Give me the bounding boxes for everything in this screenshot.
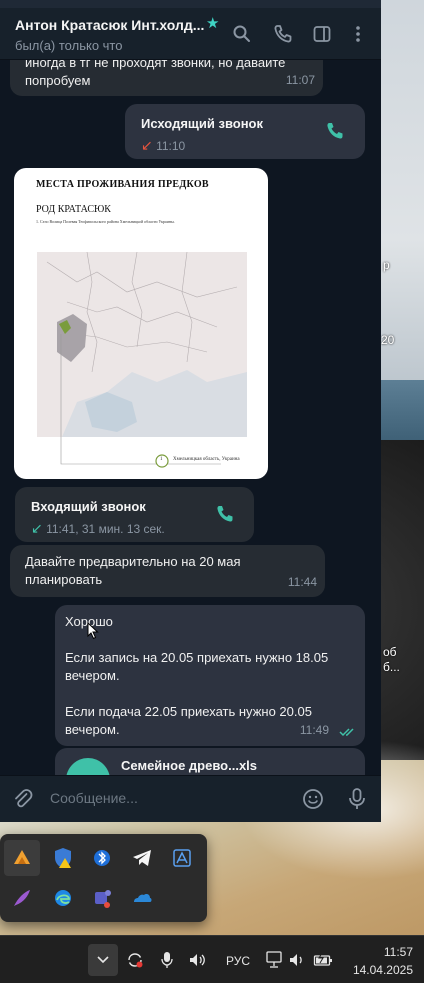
show-hidden-icons-button[interactable] (88, 944, 118, 976)
defender-warning-icon[interactable] (45, 840, 81, 876)
volume-icon[interactable] (188, 951, 208, 969)
sidebar-icon[interactable] (312, 24, 332, 44)
attach-icon[interactable] (12, 788, 34, 810)
chat-header[interactable]: Антон Кратасюк Инт.холд... ★ был(а) толь… (0, 8, 381, 60)
desktop-text-3: об (383, 645, 397, 659)
call-back-phone-icon[interactable] (215, 504, 235, 524)
legend-number: 1 (160, 457, 163, 462)
chat-status: был(а) только что (15, 38, 123, 53)
incoming-call-arrow-icon: ↙ (31, 520, 43, 536)
map-leader-line (60, 334, 221, 465)
message-outgoing[interactable]: Хорошо Если запись на 20.05 приехать нуж… (55, 605, 365, 746)
call-time: 11:10 (156, 139, 186, 153)
telegram-window: Антон Кратасюк Инт.холд... ★ был(а) толь… (0, 0, 381, 822)
message-incoming[interactable]: иногда в тг не проходят звонки, но давай… (10, 60, 323, 96)
edge-icon[interactable] (45, 880, 81, 916)
chevron-down-icon (97, 956, 109, 964)
input-language-indicator[interactable]: РУС (226, 954, 250, 968)
call-title: Исходящий звонок (141, 116, 264, 131)
window-top-strip (0, 0, 381, 8)
document-line: 1. Село Волица Полевая Теофипольского ра… (36, 219, 175, 224)
desktop-text-4: б... (383, 660, 400, 674)
file-message[interactable]: Семейное древо...xls (55, 748, 365, 775)
document-title: МЕСТА ПРОЖИВАНИЯ ПРЕДКОВ (36, 179, 209, 190)
legend-marker-icon (155, 454, 169, 468)
taskbar: РУС 11:57 14.04.2025 (0, 935, 424, 983)
emoji-icon[interactable] (302, 788, 324, 810)
message-composer[interactable]: Сообщение... (0, 775, 381, 822)
image-viewer-icon[interactable] (164, 840, 200, 876)
read-checkmarks-icon (339, 728, 354, 737)
more-vertical-icon[interactable] (348, 24, 368, 44)
call-message-outgoing[interactable]: Исходящий звонок ↙ 11:10 (125, 104, 365, 159)
message-incoming[interactable]: Давайте предварительно на 20 мая планиро… (10, 545, 325, 597)
document-subtitle: РОД КРАТАСЮК (36, 204, 111, 215)
telegram-icon[interactable] (124, 840, 160, 876)
message-text: иногда в тг не проходят звонки, но давай… (25, 60, 286, 88)
call-message-incoming[interactable]: Входящий звонок ↙ 11:41, 31 мин. 13 сек. (15, 487, 254, 542)
search-icon[interactable] (232, 24, 252, 44)
file-name: Семейное древо...xls (121, 758, 258, 773)
bluetooth-icon[interactable] (84, 840, 120, 876)
chat-title[interactable]: Антон Кратасюк Инт.холд... (15, 17, 204, 33)
mouse-cursor-icon (87, 622, 99, 640)
network-icon[interactable] (265, 950, 283, 970)
message-text-line-2: Если запись на 20.05 приехать нужно 18.0… (65, 650, 329, 683)
message-text-line-1: Хорошо (65, 614, 113, 629)
tray-overflow-panel (0, 834, 207, 922)
message-list[interactable]: иногда в тг не проходят звонки, но давай… (0, 60, 381, 775)
call-title: Входящий звонок (31, 499, 146, 514)
teams-icon[interactable] (84, 880, 120, 916)
aimp-icon[interactable] (4, 840, 40, 876)
missed-call-arrow-icon: ↙ (141, 137, 153, 153)
legend-text: Хмельницкая область, Украина (173, 457, 240, 462)
file-icon[interactable] (66, 758, 110, 775)
battery-charging-icon[interactable] (313, 952, 333, 968)
message-time: 11:49 (299, 723, 329, 737)
feather-icon[interactable] (4, 880, 40, 916)
call-back-phone-icon[interactable] (325, 121, 345, 141)
message-input[interactable]: Сообщение... (50, 790, 138, 806)
speaker-icon[interactable] (288, 951, 308, 969)
premium-star-icon: ★ (206, 15, 220, 32)
desktop-text-1: р (383, 258, 390, 272)
onedrive-icon[interactable] (124, 880, 160, 916)
clock-time[interactable]: 11:57 (384, 945, 413, 959)
microphone-icon[interactable] (346, 787, 368, 811)
image-message[interactable]: МЕСТА ПРОЖИВАНИЯ ПРЕДКОВ РОД КРАТАСЮК 1.… (14, 168, 268, 479)
clock-date[interactable]: 14.04.2025 (353, 963, 413, 977)
microphone-tray-icon[interactable] (160, 950, 174, 970)
message-time: 11:44 (287, 575, 317, 589)
desktop-text-2: 20 (381, 333, 395, 347)
sync-icon[interactable] (126, 951, 144, 969)
phone-icon[interactable] (273, 24, 293, 44)
call-duration: 11:41, 31 мин. 13 сек. (46, 522, 165, 536)
message-time: 11:07 (285, 73, 315, 87)
message-text: Давайте предварительно на 20 мая планиро… (25, 554, 241, 587)
